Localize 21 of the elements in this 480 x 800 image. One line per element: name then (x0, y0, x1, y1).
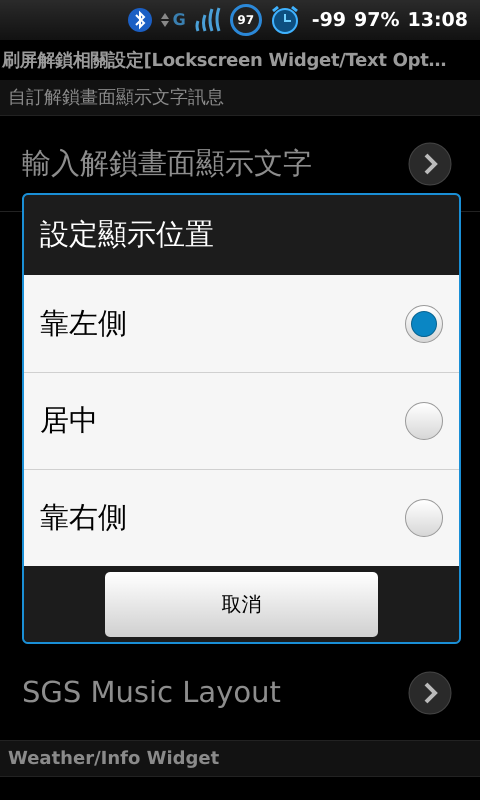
radio-button[interactable] (405, 304, 443, 342)
clock: 13:08 (408, 8, 468, 33)
data-arrows-icon (160, 12, 169, 28)
alarm-clock-icon (270, 5, 300, 35)
cancel-button[interactable]: 取消 (105, 572, 378, 636)
radio-option[interactable]: 靠左側 (24, 275, 459, 372)
network-type: G (172, 9, 186, 31)
chevron-right-icon[interactable] (408, 670, 452, 714)
radio-button[interactable] (405, 499, 443, 537)
signal-icon (194, 7, 222, 33)
chevron-right-icon[interactable] (408, 142, 452, 186)
section-header: Weather/Info Widget (7, 747, 220, 771)
battery-level: 97% (354, 8, 400, 33)
radio-button[interactable] (405, 402, 443, 440)
radio-option[interactable]: 居中 (24, 372, 459, 469)
screen-title: 刷屏解鎖相關設定[Lockscreen Widget/Text Opt… (0, 48, 448, 72)
dialog-title: 設定顯示位置 (40, 216, 214, 254)
bluetooth-icon (126, 7, 153, 33)
section-header: 自訂解鎖畫面顯示文字訊息 (7, 86, 224, 110)
battery-ring: 97 (230, 4, 262, 36)
signal-strength: -99 (312, 8, 346, 33)
